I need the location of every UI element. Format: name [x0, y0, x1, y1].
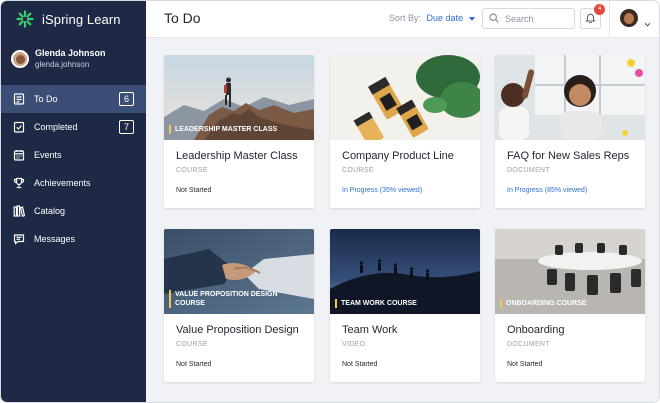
avatar	[620, 9, 638, 27]
course-card[interactable]: LEADERSHIP MASTER CLASS Leadership Maste…	[164, 55, 314, 208]
search-box[interactable]	[482, 8, 575, 29]
course-type: VIDEO	[342, 341, 366, 348]
course-status: Not Started	[507, 361, 543, 368]
sidebar-item-catalog[interactable]: Catalog	[1, 197, 146, 225]
user-login: glenda.johnson	[35, 60, 90, 69]
sidebar-item-label: Events	[34, 150, 62, 160]
course-title[interactable]: Onboarding	[507, 324, 565, 336]
course-card[interactable]: VALUE PROPOSITION DESIGN COURSE Value Pr…	[164, 229, 314, 382]
brand[interactable]: iSpring Learn	[16, 10, 121, 28]
messages-icon	[12, 232, 26, 246]
app-window: iSpring Learn Glenda Johnson glenda.john…	[1, 1, 659, 402]
header-divider	[609, 1, 610, 38]
course-type: COURSE	[176, 341, 208, 348]
course-status: In Progress (85% viewed)	[507, 187, 588, 194]
course-overlay-label: TEAM WORK COURSE	[335, 299, 417, 308]
completed-icon	[12, 120, 26, 134]
course-card[interactable]: ONBOARDING COURSE Onboarding DOCUMENT No…	[495, 229, 645, 382]
catalog-icon	[12, 204, 26, 218]
search-icon	[489, 10, 499, 28]
course-type: DOCUMENT	[507, 341, 550, 348]
sort-control[interactable]: Sort By: Due date	[389, 13, 475, 23]
profile-menu[interactable]	[620, 9, 651, 27]
course-status: Not Started	[176, 361, 212, 368]
chevron-down-icon	[468, 16, 475, 21]
course-thumbnail	[330, 55, 480, 140]
course-status: In Progress (35% viewed)	[342, 187, 423, 194]
course-overlay-label: ONBOARDING COURSE	[500, 299, 587, 308]
course-thumbnail	[495, 55, 645, 140]
course-title[interactable]: Value Proposition Design	[176, 324, 299, 336]
course-title[interactable]: Leadership Master Class	[176, 150, 298, 162]
course-card[interactable]: Company Product Line COURSE In Progress …	[330, 55, 480, 208]
course-type: DOCUMENT	[507, 167, 550, 174]
app-name: iSpring Learn	[42, 11, 121, 27]
sidebar-item-todo[interactable]: To Do 6	[1, 85, 146, 113]
sidebar-item-events[interactable]: Events	[1, 141, 146, 169]
sidebar-nav: To Do 6 Completed 7 Events Achievements …	[1, 85, 146, 253]
course-title[interactable]: Company Product Line	[342, 150, 454, 162]
todo-count-badge: 6	[119, 92, 134, 106]
page-title: To Do	[164, 10, 201, 26]
user-name: Glenda Johnson	[35, 48, 106, 58]
sort-value[interactable]: Due date	[427, 13, 464, 23]
course-title[interactable]: FAQ for New Sales Reps	[507, 150, 629, 162]
calendar-icon	[12, 148, 26, 162]
todo-icon	[12, 92, 26, 106]
chevron-down-icon	[644, 15, 651, 27]
sidebar-item-completed[interactable]: Completed 7	[1, 113, 146, 141]
notification-count-badge: 4	[594, 4, 605, 15]
sidebar-item-messages[interactable]: Messages	[1, 225, 146, 253]
sidebar-item-label: Catalog	[34, 206, 66, 216]
sidebar-item-label: Messages	[34, 234, 76, 244]
course-overlay-label: VALUE PROPOSITION DESIGN COURSE	[169, 290, 279, 308]
sidebar-item-label: Completed	[34, 122, 78, 132]
completed-count-badge: 7	[119, 120, 134, 134]
course-title[interactable]: Team Work	[342, 324, 397, 336]
course-thumbnail: LEADERSHIP MASTER CLASS	[164, 55, 314, 140]
course-type: COURSE	[342, 167, 374, 174]
course-thumbnail: ONBOARDING COURSE	[495, 229, 645, 314]
course-status: Not Started	[176, 187, 212, 194]
course-thumbnail: VALUE PROPOSITION DESIGN COURSE	[164, 229, 314, 314]
course-card[interactable]: TEAM WORK COURSE Team Work VIDEO Not Sta…	[330, 229, 480, 382]
trophy-icon	[12, 176, 26, 190]
sidebar: iSpring Learn Glenda Johnson glenda.john…	[1, 1, 146, 402]
course-type: COURSE	[176, 167, 208, 174]
ispring-logo-icon	[16, 10, 34, 28]
user-profile[interactable]: Glenda Johnson glenda.johnson	[11, 47, 106, 71]
course-card[interactable]: FAQ for New Sales Reps DOCUMENT In Progr…	[495, 55, 645, 208]
sidebar-item-label: Achievements	[34, 178, 91, 188]
sidebar-item-achievements[interactable]: Achievements	[1, 169, 146, 197]
search-input[interactable]	[505, 13, 570, 24]
top-header: To Do Sort By: Due date 4	[146, 1, 659, 38]
avatar	[11, 50, 29, 68]
course-overlay-label: LEADERSHIP MASTER CLASS	[169, 125, 277, 134]
course-thumbnail: TEAM WORK COURSE	[330, 229, 480, 314]
sidebar-item-label: To Do	[34, 94, 58, 104]
course-status: Not Started	[342, 361, 378, 368]
notifications-button[interactable]: 4	[580, 4, 605, 29]
sort-label: Sort By:	[389, 13, 422, 23]
